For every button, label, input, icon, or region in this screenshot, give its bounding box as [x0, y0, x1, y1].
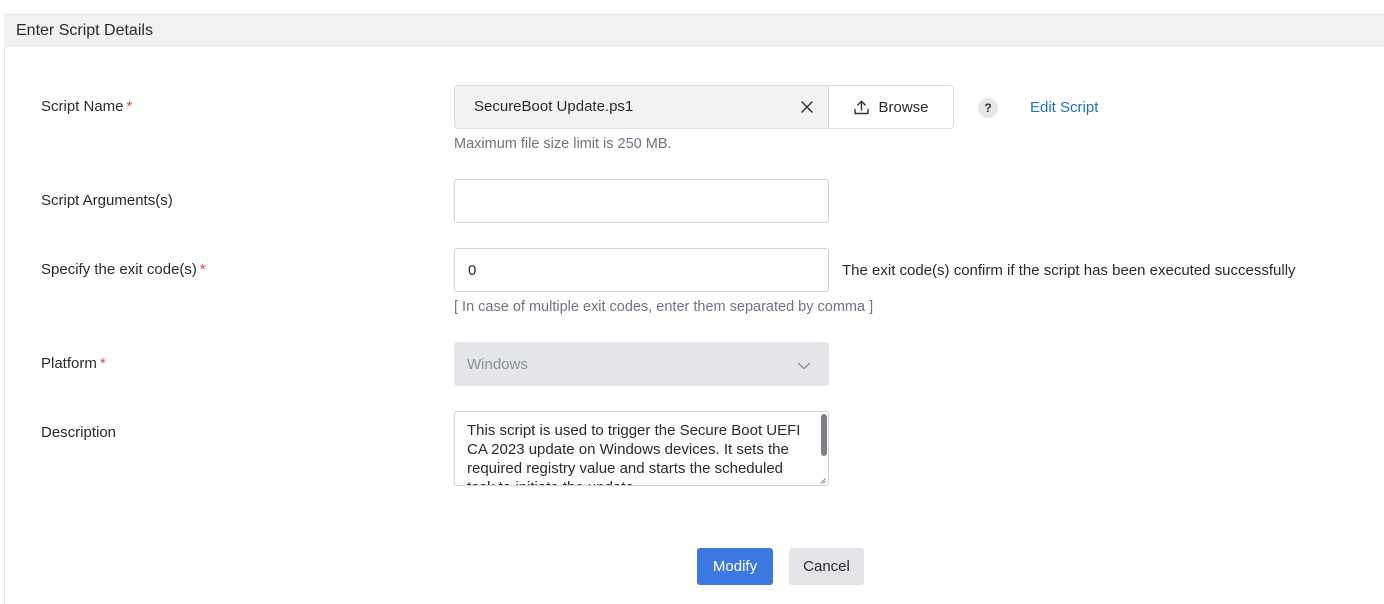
script-arguments-label: Script Arguments(s): [41, 192, 173, 209]
platform-label: Platform *: [41, 355, 106, 372]
platform-selected-value: Windows: [467, 356, 528, 373]
script-arguments-label-text: Script Arguments(s): [41, 192, 173, 209]
file-size-hint: Maximum file size limit is 250 MB.: [454, 136, 672, 152]
resize-grip-icon[interactable]: [820, 478, 826, 484]
required-mark: *: [126, 98, 133, 115]
edit-script-link[interactable]: Edit Script: [1030, 99, 1098, 116]
exit-codes-label-text: Specify the exit code(s): [41, 261, 197, 278]
section-header: Enter Script Details: [4, 14, 1384, 47]
script-arguments-input[interactable]: [454, 179, 829, 223]
modify-button[interactable]: Modify: [697, 548, 773, 585]
exit-codes-label: Specify the exit code(s) *: [41, 261, 206, 278]
required-mark: *: [199, 261, 206, 278]
required-mark: *: [99, 355, 106, 372]
upload-icon: [854, 100, 870, 114]
browse-button[interactable]: Browse: [828, 85, 954, 129]
script-details-form: Enter Script Details Script Name * Secure…: [0, 0, 1384, 604]
form-border: [4, 14, 5, 604]
description-textarea[interactable]: This script is used to trigger the Secur…: [454, 411, 829, 486]
cancel-button[interactable]: Cancel: [789, 548, 864, 585]
platform-select[interactable]: Windows: [454, 342, 829, 386]
description-label: Description: [41, 424, 116, 441]
platform-label-text: Platform: [41, 355, 97, 372]
close-icon[interactable]: [799, 99, 815, 115]
section-title: Enter Script Details: [16, 22, 153, 39]
exit-codes-input[interactable]: [454, 248, 829, 292]
description-text: This script is used to trigger the Secur…: [467, 422, 801, 485]
help-icon[interactable]: ?: [978, 98, 998, 118]
browse-label: Browse: [878, 98, 929, 116]
description-scrollbar[interactable]: [821, 414, 827, 456]
chevron-down-icon: [797, 358, 811, 370]
description-label-text: Description: [41, 424, 117, 441]
script-name-label: Script Name *: [41, 98, 132, 115]
exit-codes-hint: [ In case of multiple exit codes, enter …: [454, 299, 874, 315]
script-name-label-text: Script Name: [41, 98, 124, 115]
script-file-field[interactable]: SecureBoot Update.ps1: [454, 85, 829, 129]
script-file-name: SecureBoot Update.ps1: [474, 98, 634, 115]
exit-codes-note: The exit code(s) confirm if the script h…: [842, 262, 1296, 279]
